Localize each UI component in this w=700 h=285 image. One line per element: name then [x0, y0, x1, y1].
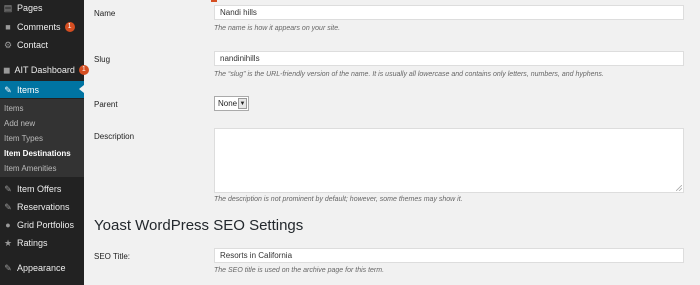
parent-label: Parent	[94, 100, 118, 109]
sidebar-item-label: Items	[17, 84, 40, 95]
submenu-item-items[interactable]: Items	[4, 104, 24, 113]
notice-marker	[211, 0, 217, 2]
sidebar-item-items[interactable]: ✎ Items	[0, 81, 84, 98]
sidebar-item-label: Ratings	[17, 238, 48, 248]
parent-selected-value: None	[218, 99, 238, 108]
contact-icon: ⚙	[3, 40, 13, 50]
sidebar-item-ait-dashboard[interactable]: ◼ AIT Dashboard 1	[0, 62, 89, 78]
items-submenu: Items Add new Item Types Item Destinatio…	[0, 99, 84, 177]
sidebar-item-grid-portfolios[interactable]: ● Grid Portfolios	[0, 217, 84, 233]
name-label: Name	[94, 9, 116, 18]
sidebar-item-label: Grid Portfolios	[17, 220, 75, 230]
appearance-icon: ✎	[4, 263, 12, 273]
comments-count-badge: 1	[64, 22, 75, 32]
name-input[interactable]: Nandi hills	[214, 5, 684, 20]
yoast-section-title: Yoast WordPress SEO Settings	[94, 217, 304, 234]
resize-handle-icon[interactable]	[676, 185, 682, 191]
slug-label: Slug	[94, 55, 111, 64]
seo-title-help-text: The SEO title is used on the archive pag…	[214, 267, 385, 274]
submenu-item-add-new[interactable]: Add new	[4, 119, 35, 128]
seo-title-input[interactable]: Resorts in California	[214, 248, 684, 263]
sidebar-item-pages[interactable]: ▤ Pages	[0, 0, 84, 16]
item-offers-icon: ✎	[4, 184, 12, 194]
parent-select[interactable]: None ▼	[214, 96, 249, 111]
sidebar-item-label: Item Offers	[17, 184, 62, 194]
sidebar-item-label: Pages	[17, 3, 43, 13]
submenu-item-item-amenities[interactable]: Item Amenities	[4, 164, 56, 173]
description-textarea[interactable]	[214, 128, 684, 193]
ratings-icon: ★	[3, 238, 13, 248]
sidebar-item-ratings[interactable]: ★ Ratings	[0, 235, 84, 251]
sidebar-item-item-offers[interactable]: ✎ Item Offers	[0, 181, 84, 197]
dropdown-arrow-icon[interactable]: ▼	[238, 98, 247, 109]
reservations-icon: ✎	[4, 202, 12, 212]
sidebar-item-contact[interactable]: ⚙ Contact	[0, 37, 84, 53]
grid-portfolios-icon: ●	[5, 220, 11, 230]
seo-title-label: SEO Title:	[94, 252, 131, 261]
description-label: Description	[94, 132, 135, 141]
sidebar-item-comments[interactable]: ■ Comments 1	[0, 19, 84, 35]
name-help-text: The name is how it appears on your site.	[214, 25, 341, 32]
ait-dashboard-icon: ◼	[3, 65, 11, 75]
admin-sidebar: ▤ Pages ■ Comments 1 ⚙ Contact ◼ AIT Das…	[0, 0, 89, 285]
slug-help-text: The “slug” is the URL-friendly version o…	[214, 71, 604, 78]
sidebar-item-label: Contact	[17, 40, 49, 50]
sidebar-item-reservations[interactable]: ✎ Reservations	[0, 199, 84, 215]
sidebar-item-label: Appearance	[17, 263, 66, 273]
comments-icon: ■	[5, 22, 11, 32]
sidebar-item-label: Reservations	[17, 202, 70, 212]
pages-icon: ▤	[3, 3, 13, 13]
submenu-item-item-types[interactable]: Item Types	[4, 134, 43, 143]
submenu-item-item-destinations[interactable]: Item Destinations	[4, 149, 71, 158]
items-icon: ✎	[4, 84, 12, 95]
sidebar-item-appearance[interactable]: ✎ Appearance	[0, 260, 84, 276]
sidebar-item-label: Comments	[17, 22, 61, 32]
slug-input[interactable]: nandinihills	[214, 51, 684, 66]
sidebar-item-label: AIT Dashboard	[14, 65, 75, 75]
edit-term-form: Name Nandi hills The name is how it appe…	[84, 0, 700, 285]
description-help-text: The description is not prominent by defa…	[214, 196, 463, 203]
